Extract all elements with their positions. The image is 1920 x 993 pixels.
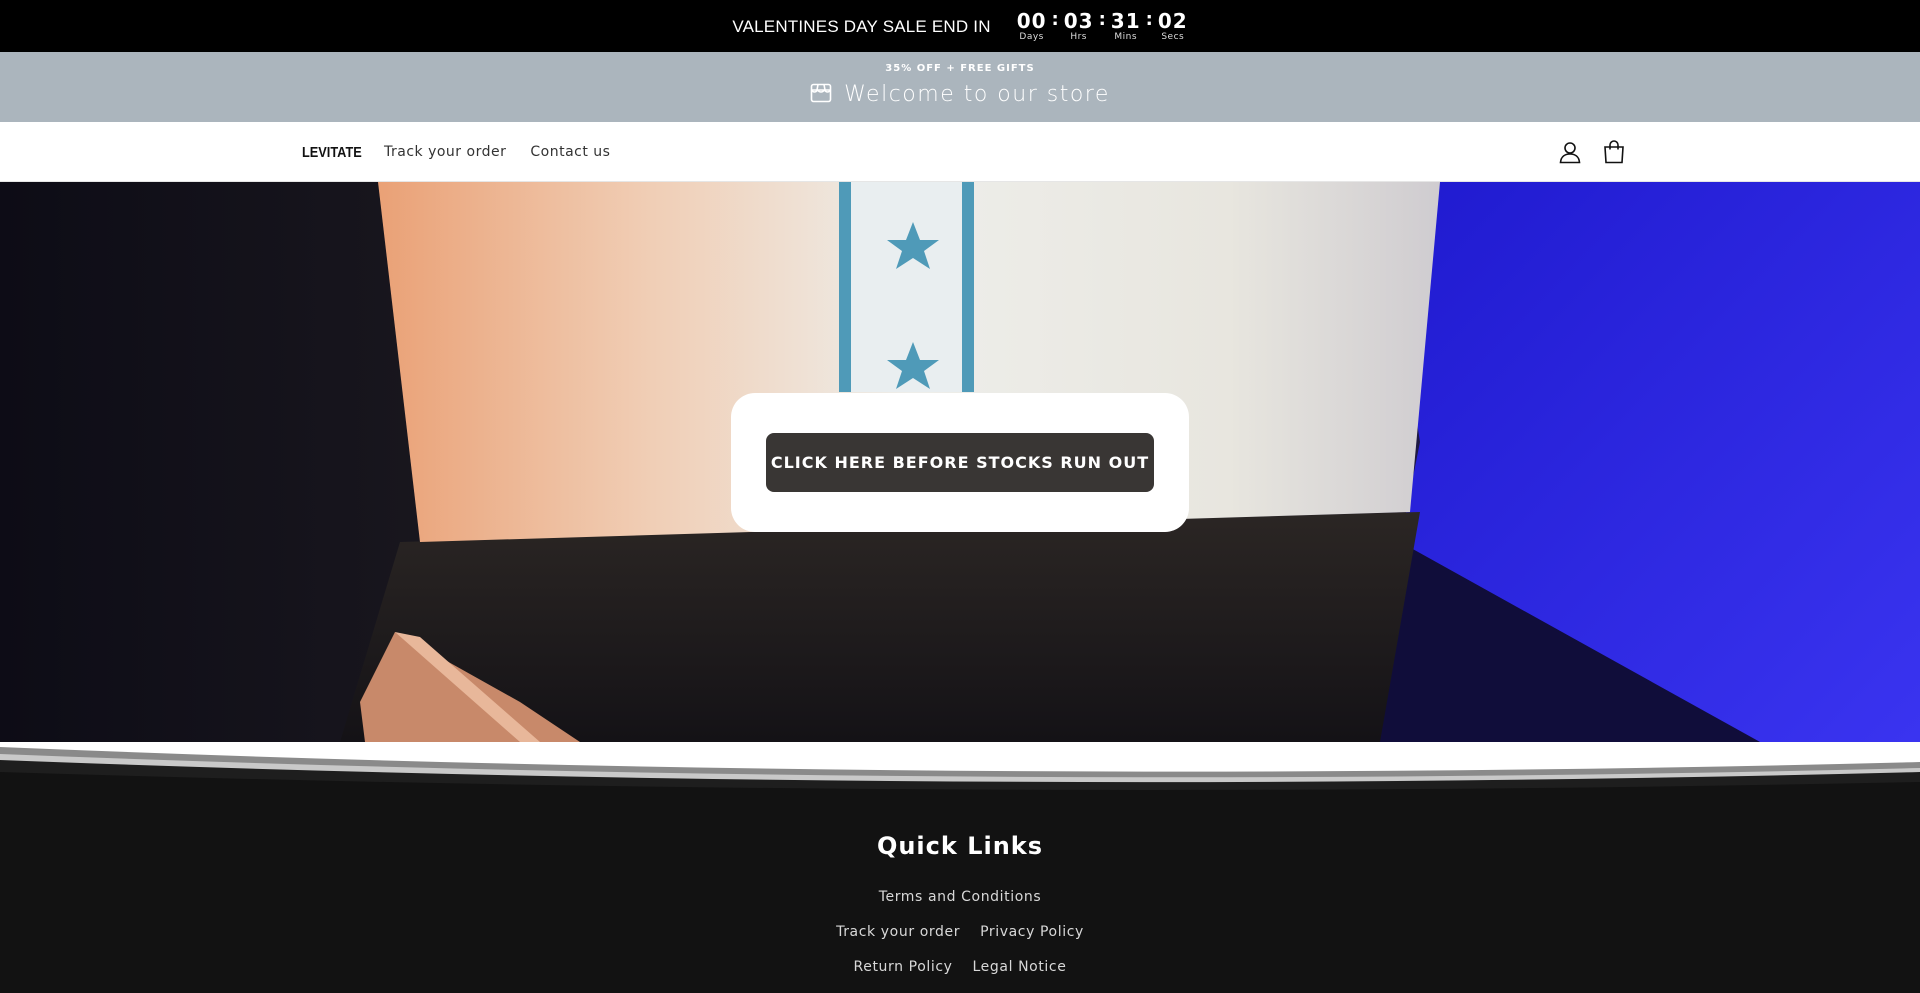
footer-link-return-policy[interactable]: Return Policy bbox=[854, 959, 953, 975]
account-icon[interactable] bbox=[1556, 138, 1584, 166]
countdown-seconds: 02 Secs bbox=[1158, 10, 1188, 42]
footer-link-legal-notice[interactable]: Legal Notice bbox=[973, 959, 1067, 975]
countdown-hours: 03 Hrs bbox=[1064, 10, 1094, 42]
wave-divider bbox=[0, 742, 1920, 802]
countdown-bar: VALENTINES DAY SALE END IN 00 Days : 03 … bbox=[0, 0, 1920, 52]
footer-links-row: Terms and Conditions bbox=[0, 889, 1920, 905]
shop-now-button[interactable]: CLICK HERE BEFORE STOCKS RUN OUT bbox=[766, 433, 1154, 492]
announcement-bar: 35% OFF + FREE GIFTS Welcome to our stor… bbox=[0, 52, 1920, 122]
nav-contact-us[interactable]: Contact us bbox=[530, 144, 610, 160]
welcome-text: Welcome to our store bbox=[844, 82, 1110, 107]
main-nav: Track your order Contact us bbox=[384, 122, 634, 182]
nav-track-order[interactable]: Track your order bbox=[384, 144, 506, 160]
countdown-seconds-label: Secs bbox=[1161, 32, 1185, 42]
countdown-minutes-label: Mins bbox=[1114, 32, 1138, 42]
site-header: LEVITATE Track your order Contact us bbox=[0, 122, 1920, 182]
footer-heading: Quick Links bbox=[876, 832, 1044, 860]
footer-link-track-order[interactable]: Track your order bbox=[836, 924, 960, 940]
countdown-seconds-value: 02 bbox=[1157, 9, 1188, 33]
footer-link-terms[interactable]: Terms and Conditions bbox=[879, 889, 1042, 905]
countdown-minutes-value: 31 bbox=[1110, 9, 1141, 33]
countdown-separator: : bbox=[1145, 9, 1153, 30]
countdown-separator: : bbox=[1098, 9, 1106, 30]
countdown-hours-label: Hrs bbox=[1070, 32, 1087, 42]
countdown-timer: 00 Days : 03 Hrs : 31 Mins : 02 Secs bbox=[1017, 9, 1188, 43]
site-footer: Quick Links Terms and Conditions Track y… bbox=[0, 802, 1920, 993]
countdown-days-label: Days bbox=[1019, 32, 1044, 42]
sale-countdown-label: VALENTINES DAY SALE END IN bbox=[732, 17, 991, 36]
store-logo[interactable]: LEVITATE bbox=[302, 122, 362, 182]
cart-icon[interactable] bbox=[1600, 138, 1628, 166]
welcome-message: Welcome to our store bbox=[0, 82, 1920, 107]
countdown-days: 00 Days bbox=[1017, 10, 1047, 42]
cta-card: CLICK HERE BEFORE STOCKS RUN OUT bbox=[731, 393, 1189, 532]
countdown-separator: : bbox=[1051, 9, 1059, 30]
header-icons bbox=[1540, 122, 1628, 182]
hero-banner: CLICK HERE BEFORE STOCKS RUN OUT bbox=[0, 182, 1920, 742]
store-icon bbox=[810, 83, 832, 107]
footer-links-row: Track your order Privacy Policy bbox=[0, 924, 1920, 940]
countdown-hours-value: 03 bbox=[1063, 9, 1094, 33]
countdown-minutes: 31 Mins bbox=[1111, 10, 1141, 42]
footer-links-row: Return Policy Legal Notice bbox=[0, 959, 1920, 975]
footer-link-privacy[interactable]: Privacy Policy bbox=[980, 924, 1084, 940]
promo-text: 35% OFF + FREE GIFTS bbox=[885, 63, 1035, 74]
countdown-days-value: 00 bbox=[1016, 9, 1047, 33]
